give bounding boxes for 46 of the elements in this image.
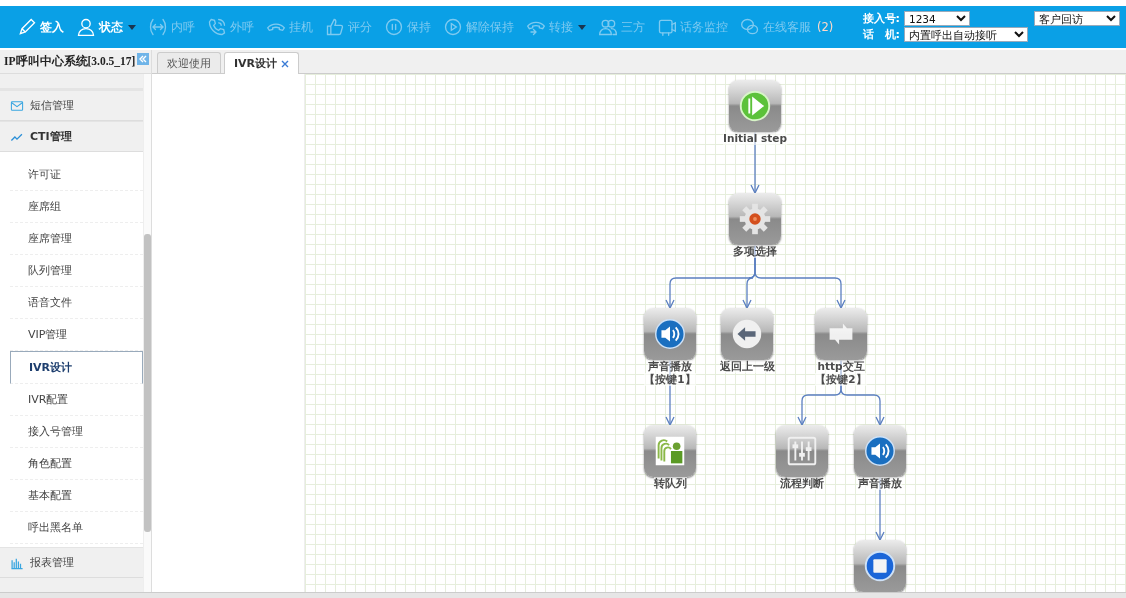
sidebar-group[interactable]: 短信管理 [0,90,143,121]
sidebar-group[interactable]: 报表管理 [0,547,143,578]
phone-mode-label: 话 机: [862,26,900,42]
flow-node[interactable] [644,425,696,477]
flow-node[interactable] [721,308,773,360]
bracket-phone-icon [148,17,168,37]
play-icon [443,17,463,37]
node-label: Initial step [723,132,787,145]
mode-select[interactable]: 客户回访 [1034,10,1120,26]
node-key-label: 【按键2】 [815,373,867,386]
tab[interactable]: 欢迎使用 [157,52,221,73]
sidebar-group[interactable]: CTI管理 [0,121,143,152]
user-icon [76,17,96,37]
node-label: 转队列 [653,477,687,490]
double-chevron-icon [138,53,148,64]
node-key-label: 【按键1】 [644,373,696,386]
node-label: 流程判断 [780,477,824,490]
node-label: 声音播放 [858,477,902,490]
node-label: http交互 [817,360,865,373]
close-icon[interactable] [281,59,290,68]
collapse-button[interactable] [137,52,149,65]
flow-node[interactable] [776,425,828,477]
system-title: IP呼叫中心系统[3.0.5_17] [4,54,136,69]
phone-mode-select[interactable]: 内置呼出自动接听 [904,26,1028,42]
flow-node[interactable] [729,193,781,245]
envelope-icon [10,98,24,113]
node-label: 声音播放 [648,360,692,373]
pencil-icon [17,17,37,37]
flow-node[interactable] [729,80,781,132]
sidebar-item[interactable]: IVR设计 [10,351,143,384]
scrollbar-thumb[interactable] [144,234,151,532]
flow-node[interactable] [854,540,906,592]
people-icon [598,17,618,37]
access-number-label: 接入号: [862,10,900,26]
pause-icon [384,17,404,37]
flow-node[interactable] [815,308,867,360]
flow-node[interactable] [644,308,696,360]
node-label: 返回上一级 [719,360,775,373]
chat-bubbles-icon [740,17,760,37]
access-number-select[interactable]: 1234 [904,10,970,26]
flow-node[interactable] [854,425,906,477]
node-label: 多项选择 [733,245,777,258]
tab[interactable]: IVR设计 [224,52,300,74]
phone-icon [207,17,227,37]
video-camera-icon [657,17,677,37]
thumbs-up-icon [325,17,345,37]
